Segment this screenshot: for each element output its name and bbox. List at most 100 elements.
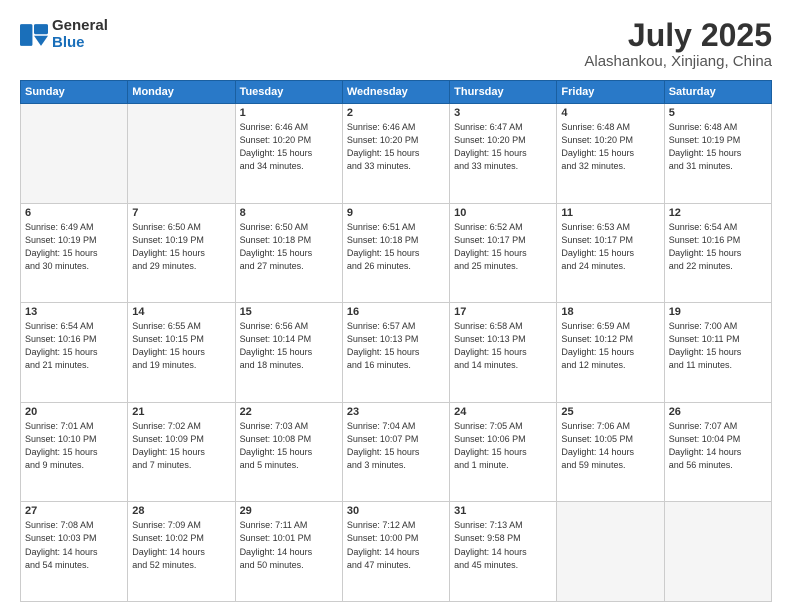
day-number: 20	[25, 406, 123, 418]
calendar-cell: 21 Sunrise: 7:02 AM Sunset: 10:09 PM Dayl…	[128, 402, 235, 502]
calendar-cell: 14 Sunrise: 6:55 AM Sunset: 10:15 PM Dayl…	[128, 303, 235, 403]
calendar-cell: 6 Sunrise: 6:49 AM Sunset: 10:19 PM Dayli…	[21, 203, 128, 303]
logo-text: General Blue	[52, 18, 108, 51]
day-info: Sunrise: 6:46 AM Sunset: 10:20 PM Daylig…	[240, 121, 338, 173]
day-number: 22	[240, 406, 338, 418]
day-number: 3	[454, 107, 552, 119]
calendar-table: SundayMondayTuesdayWednesdayThursdayFrid…	[20, 80, 772, 602]
day-info: Sunrise: 6:48 AM Sunset: 10:20 PM Daylig…	[561, 121, 659, 173]
day-number: 12	[669, 207, 767, 219]
day-info: Sunrise: 6:49 AM Sunset: 10:19 PM Daylig…	[25, 221, 123, 273]
day-number: 9	[347, 207, 445, 219]
day-number: 18	[561, 306, 659, 318]
calendar-cell: 17Sunrise: 6:58 AM Sunset: 10:13 PM Dayl…	[450, 303, 557, 403]
page: General Blue July 2025 Alashankou, Xinji…	[0, 0, 792, 612]
day-number: 21	[132, 406, 230, 418]
day-number: 8	[240, 207, 338, 219]
day-info: Sunrise: 7:08 AM Sunset: 10:03 PM Daylig…	[25, 519, 123, 571]
day-info: Sunrise: 6:59 AM Sunset: 10:12 PM Daylig…	[561, 320, 659, 372]
calendar-cell: 4 Sunrise: 6:48 AM Sunset: 10:20 PM Dayli…	[557, 104, 664, 204]
day-number: 6	[25, 207, 123, 219]
day-number: 7	[132, 207, 230, 219]
day-info: Sunrise: 6:51 AM Sunset: 10:18 PM Daylig…	[347, 221, 445, 273]
calendar-cell: 22 Sunrise: 7:03 AM Sunset: 10:08 PM Dayl…	[235, 402, 342, 502]
day-number: 14	[132, 306, 230, 318]
calendar-header-row: SundayMondayTuesdayWednesdayThursdayFrid…	[21, 81, 772, 104]
day-info: Sunrise: 7:04 AM Sunset: 10:07 PM Daylig…	[347, 420, 445, 472]
calendar-cell: 24 Sunrise: 7:05 AM Sunset: 10:06 PM Dayl…	[450, 402, 557, 502]
day-info: Sunrise: 6:57 AM Sunset: 10:13 PM Daylig…	[347, 320, 445, 372]
calendar-cell: 30 Sunrise: 7:12 AM Sunset: 10:00 PM Dayl…	[342, 502, 449, 602]
day-info: Sunrise: 7:05 AM Sunset: 10:06 PM Daylig…	[454, 420, 552, 472]
calendar-cell: 23Sunrise: 7:04 AM Sunset: 10:07 PM Dayl…	[342, 402, 449, 502]
day-info: Sunrise: 6:54 AM Sunset: 10:16 PM Daylig…	[25, 320, 123, 372]
day-info: Sunrise: 7:01 AM Sunset: 10:10 PM Daylig…	[25, 420, 123, 472]
calendar-cell: 25 Sunrise: 7:06 AM Sunset: 10:05 PM Dayl…	[557, 402, 664, 502]
day-info: Sunrise: 6:47 AM Sunset: 10:20 PM Daylig…	[454, 121, 552, 173]
calendar-cell: 12 Sunrise: 6:54 AM Sunset: 10:16 PM Dayl…	[664, 203, 771, 303]
day-info: Sunrise: 7:03 AM Sunset: 10:08 PM Daylig…	[240, 420, 338, 472]
day-number: 29	[240, 505, 338, 517]
day-info: Sunrise: 6:58 AM Sunset: 10:13 PM Daylig…	[454, 320, 552, 372]
day-info: Sunrise: 6:53 AM Sunset: 10:17 PM Daylig…	[561, 221, 659, 273]
day-info: Sunrise: 6:50 AM Sunset: 10:18 PM Daylig…	[240, 221, 338, 273]
calendar-week-row: 1Sunrise: 6:46 AM Sunset: 10:20 PM Dayli…	[21, 104, 772, 204]
col-header-saturday: Saturday	[664, 81, 771, 104]
calendar-week-row: 13Sunrise: 6:54 AM Sunset: 10:16 PM Dayl…	[21, 303, 772, 403]
logo-general: General	[52, 18, 108, 35]
calendar-cell: 1Sunrise: 6:46 AM Sunset: 10:20 PM Dayli…	[235, 104, 342, 204]
day-info: Sunrise: 6:50 AM Sunset: 10:19 PM Daylig…	[132, 221, 230, 273]
col-header-wednesday: Wednesday	[342, 81, 449, 104]
day-number: 26	[669, 406, 767, 418]
calendar-cell	[664, 502, 771, 602]
day-info: Sunrise: 7:09 AM Sunset: 10:02 PM Daylig…	[132, 519, 230, 571]
day-info: Sunrise: 6:56 AM Sunset: 10:14 PM Daylig…	[240, 320, 338, 372]
day-info: Sunrise: 7:00 AM Sunset: 10:11 PM Daylig…	[669, 320, 767, 372]
calendar-week-row: 20 Sunrise: 7:01 AM Sunset: 10:10 PM Dayl…	[21, 402, 772, 502]
logo: General Blue	[20, 18, 108, 51]
calendar-cell: 26Sunrise: 7:07 AM Sunset: 10:04 PM Dayl…	[664, 402, 771, 502]
calendar-cell: 5 Sunrise: 6:48 AM Sunset: 10:19 PM Dayli…	[664, 104, 771, 204]
day-info: Sunrise: 6:48 AM Sunset: 10:19 PM Daylig…	[669, 121, 767, 173]
calendar-cell	[21, 104, 128, 204]
calendar-cell: 11 Sunrise: 6:53 AM Sunset: 10:17 PM Dayl…	[557, 203, 664, 303]
calendar-cell: 9 Sunrise: 6:51 AM Sunset: 10:18 PM Dayli…	[342, 203, 449, 303]
col-header-tuesday: Tuesday	[235, 81, 342, 104]
calendar-cell	[128, 104, 235, 204]
day-info: Sunrise: 7:02 AM Sunset: 10:09 PM Daylig…	[132, 420, 230, 472]
calendar-cell: 29Sunrise: 7:11 AM Sunset: 10:01 PM Dayl…	[235, 502, 342, 602]
calendar-cell: 8 Sunrise: 6:50 AM Sunset: 10:18 PM Dayli…	[235, 203, 342, 303]
calendar-cell: 7 Sunrise: 6:50 AM Sunset: 10:19 PM Dayli…	[128, 203, 235, 303]
day-number: 4	[561, 107, 659, 119]
day-info: Sunrise: 7:06 AM Sunset: 10:05 PM Daylig…	[561, 420, 659, 472]
day-number: 28	[132, 505, 230, 517]
calendar-cell: 2Sunrise: 6:46 AM Sunset: 10:20 PM Dayli…	[342, 104, 449, 204]
day-info: Sunrise: 6:55 AM Sunset: 10:15 PM Daylig…	[132, 320, 230, 372]
day-info: Sunrise: 6:54 AM Sunset: 10:16 PM Daylig…	[669, 221, 767, 273]
calendar-cell: 28 Sunrise: 7:09 AM Sunset: 10:02 PM Dayl…	[128, 502, 235, 602]
day-number: 30	[347, 505, 445, 517]
col-header-monday: Monday	[128, 81, 235, 104]
day-info: Sunrise: 7:13 AM Sunset: 9:58 PM Dayligh…	[454, 519, 552, 571]
col-header-sunday: Sunday	[21, 81, 128, 104]
day-info: Sunrise: 6:46 AM Sunset: 10:20 PM Daylig…	[347, 121, 445, 173]
day-number: 5	[669, 107, 767, 119]
day-number: 10	[454, 207, 552, 219]
title-block: July 2025 Alashankou, Xinjiang, China	[584, 18, 772, 70]
day-number: 11	[561, 207, 659, 219]
calendar-cell: 3 Sunrise: 6:47 AM Sunset: 10:20 PM Dayli…	[450, 104, 557, 204]
calendar-cell: 31Sunrise: 7:13 AM Sunset: 9:58 PM Dayli…	[450, 502, 557, 602]
header: General Blue July 2025 Alashankou, Xinji…	[20, 18, 772, 70]
calendar-cell: 20 Sunrise: 7:01 AM Sunset: 10:10 PM Dayl…	[21, 402, 128, 502]
calendar-cell: 19Sunrise: 7:00 AM Sunset: 10:11 PM Dayl…	[664, 303, 771, 403]
location: Alashankou, Xinjiang, China	[584, 53, 772, 70]
day-number: 24	[454, 406, 552, 418]
month-year: July 2025	[584, 18, 772, 53]
logo-blue: Blue	[52, 35, 108, 52]
col-header-thursday: Thursday	[450, 81, 557, 104]
day-number: 25	[561, 406, 659, 418]
day-number: 27	[25, 505, 123, 517]
calendar-cell: 18 Sunrise: 6:59 AM Sunset: 10:12 PM Dayl…	[557, 303, 664, 403]
calendar-cell: 13Sunrise: 6:54 AM Sunset: 10:16 PM Dayl…	[21, 303, 128, 403]
day-info: Sunrise: 7:12 AM Sunset: 10:00 PM Daylig…	[347, 519, 445, 571]
